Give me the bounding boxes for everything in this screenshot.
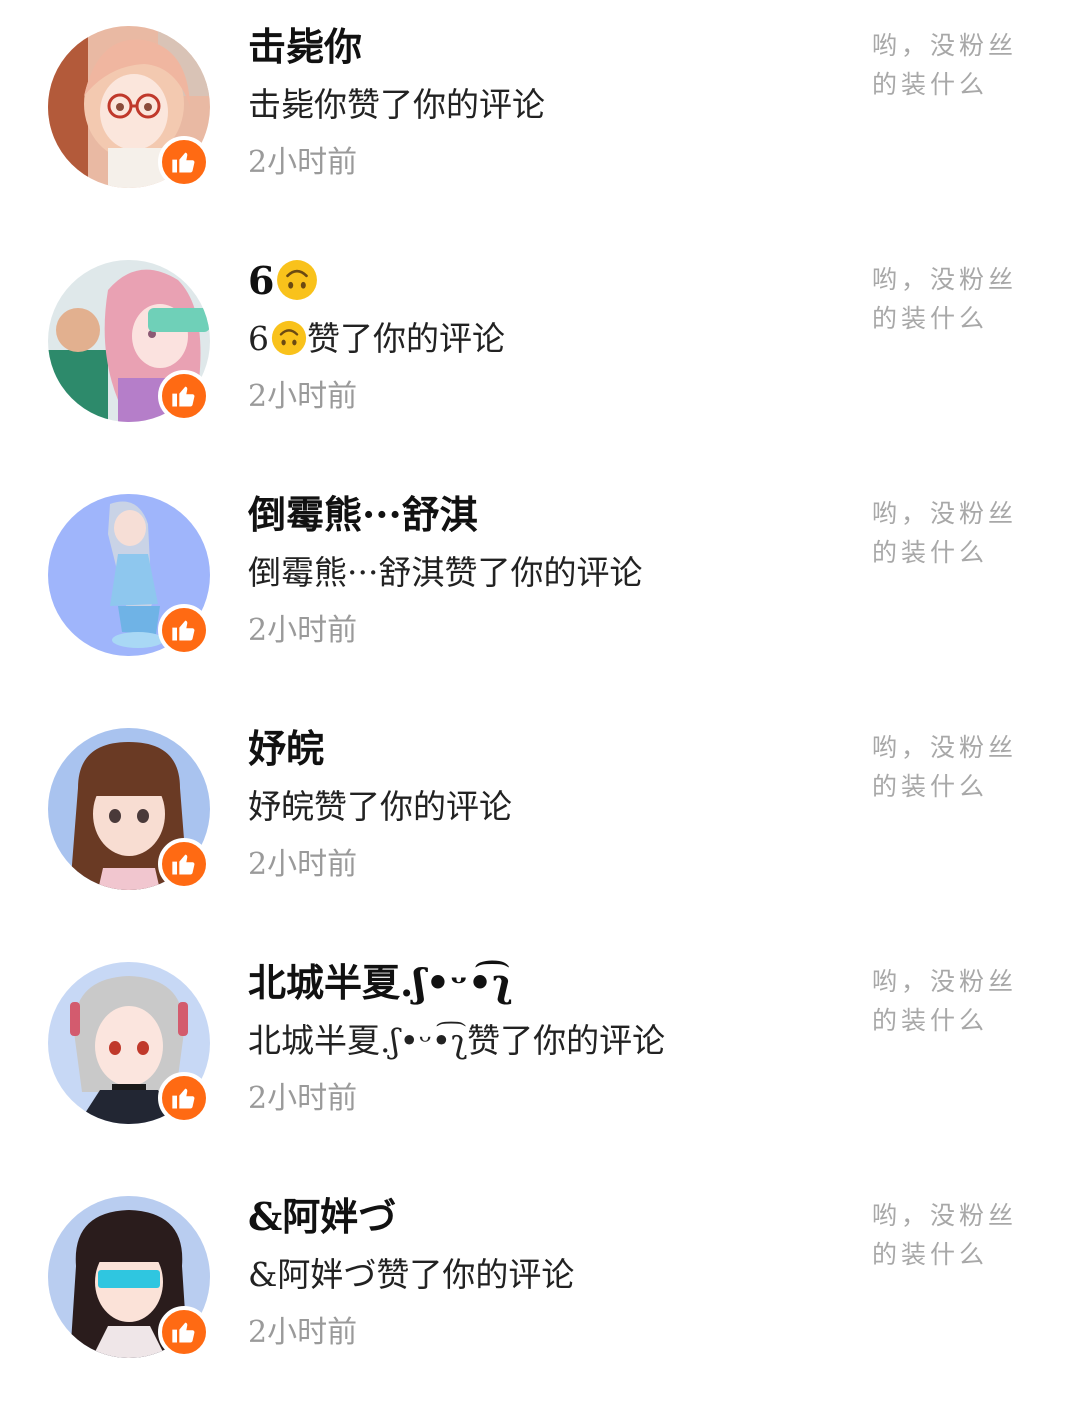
notification-item[interactable]: 妤皖 妤皖赞了你的评论 2小时前 哟，没粉丝 的装什么 (0, 702, 1080, 936)
comment-preview-line: 哟，没粉丝 (872, 1201, 1018, 1230)
timestamp: 2小时前 (248, 1081, 358, 1116)
user-name[interactable]: 倒霉熊···舒淇 (248, 488, 848, 542)
liked-comment-preview[interactable]: 哟，没粉丝 的装什么 (872, 728, 1032, 806)
thumbs-up-icon (158, 838, 210, 890)
avatar[interactable] (48, 260, 212, 424)
comment-preview-line: 的装什么 (872, 1240, 989, 1269)
action-prefix: 6 (248, 319, 269, 358)
user-name[interactable]: &阿姅づ (248, 1190, 848, 1244)
liked-comment-preview[interactable]: 哟，没粉丝 的装什么 (872, 962, 1032, 1040)
comment-preview-line: 哟，没粉丝 (872, 31, 1018, 60)
notification-item[interactable]: 6 6 赞了你的评论 2小时前 哟，没粉丝 的装什么 (0, 234, 1080, 468)
notification-item[interactable]: 倒霉熊···舒淇 倒霉熊···舒淇赞了你的评论 2小时前 哟，没粉丝 的装什么 (0, 468, 1080, 702)
like-notification-list: 击毙你 击毙你赞了你的评论 2小时前 哟，没粉丝 的装什么 6 6 赞了你的评论… (0, 0, 1080, 1408)
like-action-text: &阿姅づ赞了你的评论 (248, 1255, 575, 1294)
timestamp: 2小时前 (248, 847, 358, 882)
timestamp: 2小时前 (248, 613, 358, 648)
comment-preview-line: 的装什么 (872, 538, 989, 567)
avatar[interactable] (48, 728, 212, 892)
action-suffix: 赞了你的评论 (307, 319, 505, 358)
comment-preview-line: 的装什么 (872, 70, 989, 99)
user-name-text: 6 (248, 258, 275, 303)
comment-preview-line: 的装什么 (872, 772, 989, 801)
like-action-text: 倒霉熊···舒淇赞了你的评论 (248, 553, 643, 592)
user-name[interactable]: 击毙你 (248, 20, 848, 74)
comment-preview-line: 哟，没粉丝 (872, 499, 1018, 528)
notification-item[interactable]: 击毙你 击毙你赞了你的评论 2小时前 哟，没粉丝 的装什么 (0, 0, 1080, 234)
liked-comment-preview[interactable]: 哟，没粉丝 的装什么 (872, 260, 1032, 338)
user-name[interactable]: 妤皖 (248, 722, 848, 776)
avatar[interactable] (48, 494, 212, 658)
avatar[interactable] (48, 962, 212, 1126)
upside-down-face-emoji (277, 260, 318, 300)
liked-comment-preview[interactable]: 哟，没粉丝 的装什么 (872, 494, 1032, 572)
comment-preview-line: 哟，没粉丝 (872, 967, 1018, 996)
notification-item[interactable]: 北城半夏.ʃ•ᵕ•͡ʅ 北城半夏.ʃ•ᵕ•͡ʅ赞了你的评论 2小时前 哟，没粉丝… (0, 936, 1080, 1170)
avatar[interactable] (48, 1196, 212, 1360)
avatar[interactable] (48, 26, 212, 190)
like-action-text: 击毙你赞了你的评论 (248, 85, 545, 124)
comment-preview-line: 哟，没粉丝 (872, 265, 1018, 294)
thumbs-up-icon (158, 370, 210, 422)
liked-comment-preview[interactable]: 哟，没粉丝 的装什么 (872, 26, 1032, 104)
thumbs-up-icon (158, 1072, 210, 1124)
comment-preview-line: 哟，没粉丝 (872, 733, 1018, 762)
timestamp: 2小时前 (248, 145, 358, 180)
like-action-text: 6 赞了你的评论 (248, 312, 848, 366)
timestamp: 2小时前 (248, 379, 358, 414)
thumbs-up-icon (158, 1306, 210, 1358)
timestamp: 2小时前 (248, 1315, 358, 1350)
user-name[interactable]: 北城半夏.ʃ•ᵕ•͡ʅ (248, 956, 848, 1010)
like-action-text: 北城半夏.ʃ•ᵕ•͡ʅ赞了你的评论 (248, 1021, 666, 1060)
user-name[interactable]: 6 (248, 254, 848, 308)
liked-comment-preview[interactable]: 哟，没粉丝 的装什么 (872, 1196, 1032, 1274)
comment-preview-line: 的装什么 (872, 304, 989, 333)
thumbs-up-icon (158, 136, 210, 188)
upside-down-face-emoji (271, 320, 307, 356)
like-action-text: 妤皖赞了你的评论 (248, 787, 512, 826)
notification-item[interactable]: &阿姅づ &阿姅づ赞了你的评论 2小时前 哟，没粉丝 的装什么 (0, 1170, 1080, 1404)
comment-preview-line: 的装什么 (872, 1006, 989, 1035)
thumbs-up-icon (158, 604, 210, 656)
